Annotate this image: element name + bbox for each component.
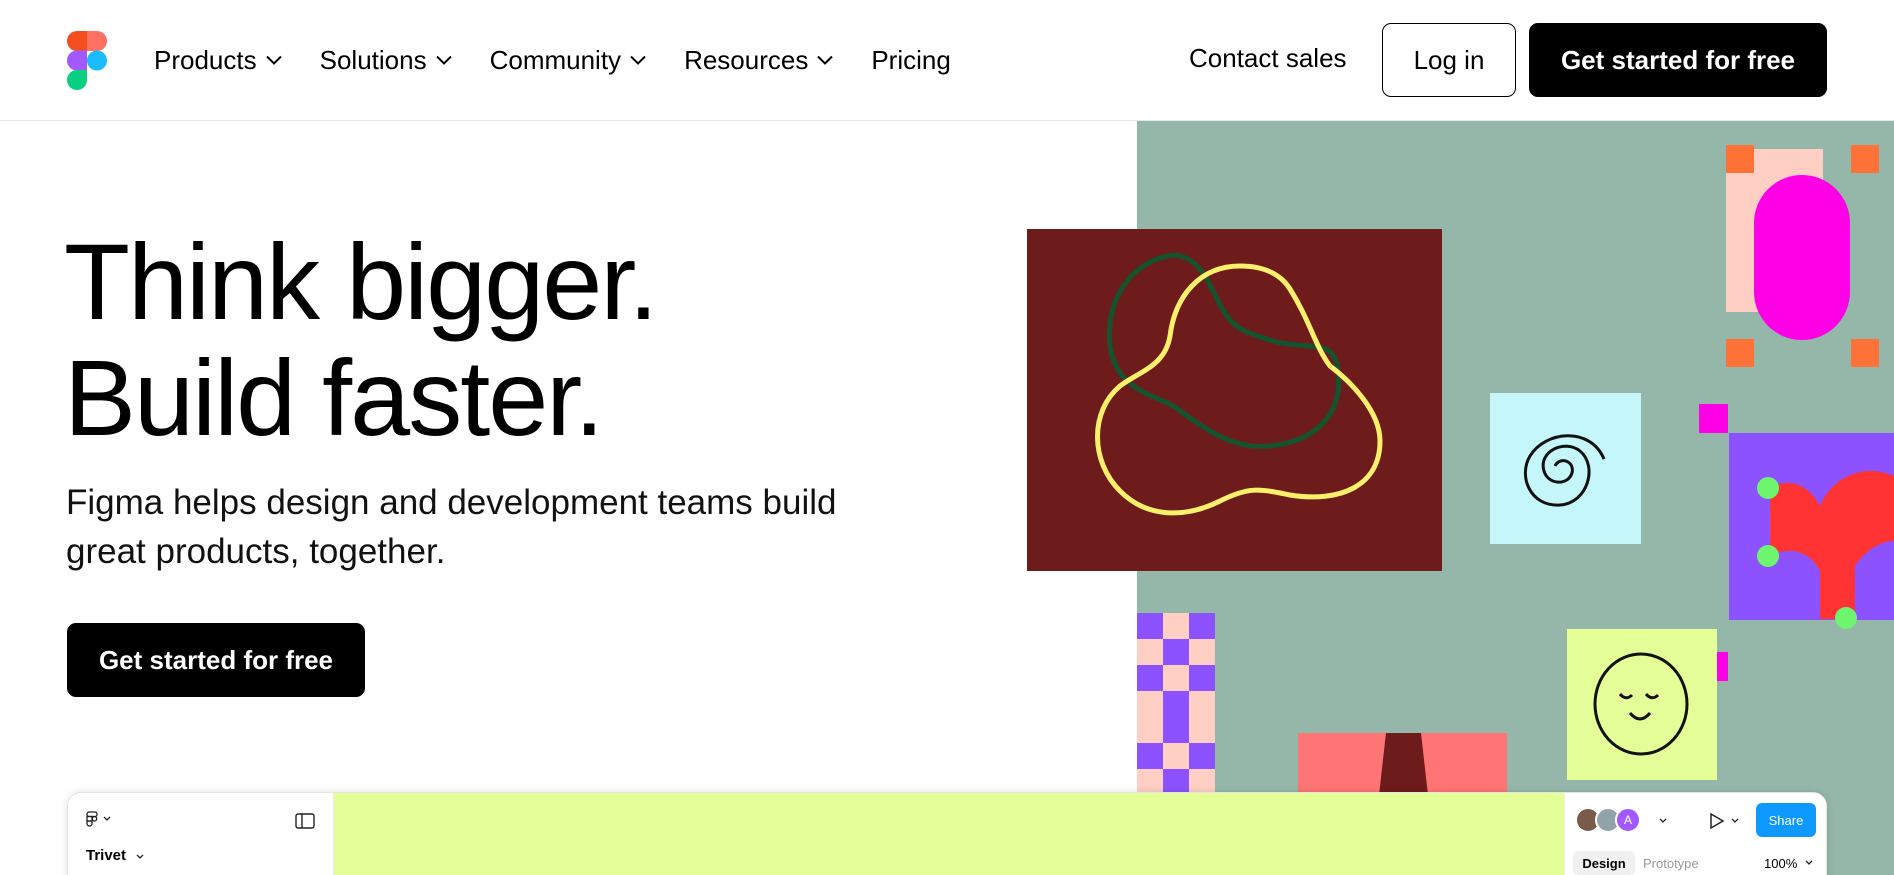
contact-sales-link[interactable]: Contact sales: [1189, 43, 1347, 74]
login-button[interactable]: Log in: [1382, 23, 1516, 97]
art-green-dot: [1757, 477, 1779, 499]
file-name-label: Trivet: [86, 847, 127, 864]
hero-illustration: [1000, 121, 1894, 875]
chevron-down-icon[interactable]: [1731, 818, 1739, 824]
nav-item-products[interactable]: Products: [154, 45, 282, 76]
avatar[interactable]: A: [1615, 807, 1641, 833]
art-pill: [1754, 175, 1850, 340]
art-smiley-tile: [1567, 629, 1717, 780]
nav-item-label: Solutions: [319, 44, 427, 75]
editor-canvas[interactable]: [334, 793, 1564, 875]
tab-design[interactable]: Design: [1573, 851, 1635, 875]
main-menu-button[interactable]: [86, 811, 111, 827]
nav-item-label: Products: [154, 44, 257, 75]
file-name[interactable]: Trivet: [86, 847, 144, 864]
get-started-button-header[interactable]: Get started for free: [1529, 23, 1827, 97]
hero-title: Think bigger. Build faster.: [64, 221, 658, 458]
get-started-button-hero[interactable]: Get started for free: [67, 623, 365, 697]
selection-handle: [1851, 339, 1879, 367]
editor-right-panel: A Share Design Prototype 100%: [1564, 793, 1826, 875]
nav-item-community[interactable]: Community: [490, 45, 646, 76]
nav-item-resources[interactable]: Resources: [684, 44, 834, 76]
art-green-dot: [1835, 607, 1857, 629]
chevron-down-icon: [1805, 860, 1813, 865]
chevron-down-icon: [136, 854, 144, 859]
nav-item-label: Resources: [684, 44, 809, 75]
art-green-dot: [1757, 545, 1779, 567]
chevron-down-icon: [435, 55, 452, 65]
selection-handle: [1726, 339, 1754, 367]
zoom-select[interactable]: 100%: [1764, 851, 1813, 875]
chevron-down-icon: [265, 55, 282, 65]
figma-menu-icon: [86, 811, 98, 827]
play-icon[interactable]: [1709, 812, 1725, 830]
hero-title-line: Build faster.: [64, 337, 604, 458]
avatar-letter: A: [1623, 813, 1632, 827]
nav-item-solutions[interactable]: Solutions: [320, 45, 452, 76]
zoom-value: 100%: [1764, 855, 1798, 871]
chevron-down-icon: [817, 55, 834, 65]
chevron-down-icon: [630, 55, 646, 65]
chevron-down-icon: [103, 816, 111, 821]
site-header: Products Solutions Community Resources P…: [0, 0, 1894, 121]
nav-item-pricing[interactable]: Pricing: [871, 45, 950, 76]
hero-title-line: Think bigger.: [64, 221, 658, 342]
art-spiral-tile: [1490, 393, 1641, 544]
sidebar-toggle-icon[interactable]: [295, 813, 315, 829]
main-nav: Products Solutions Community Resources P…: [154, 40, 989, 80]
share-button[interactable]: Share: [1756, 803, 1816, 837]
art-magenta-corner: [1699, 404, 1728, 433]
selection-handle: [1726, 145, 1754, 173]
art-maroon-square: [1027, 229, 1442, 571]
editor-preview: Trivet A Share Design Prototype 100%: [67, 792, 1827, 875]
figma-logo-icon[interactable]: [67, 31, 107, 90]
nav-item-label: Community: [489, 44, 622, 75]
selection-handle: [1851, 145, 1879, 173]
hero-subtitle: Figma helps design and development teams…: [66, 483, 837, 571]
nav-item-label: Pricing: [871, 44, 951, 75]
editor-left-panel: Trivet: [68, 793, 334, 875]
chevron-down-icon[interactable]: [1659, 818, 1667, 824]
tab-prototype[interactable]: Prototype: [1643, 851, 1699, 875]
